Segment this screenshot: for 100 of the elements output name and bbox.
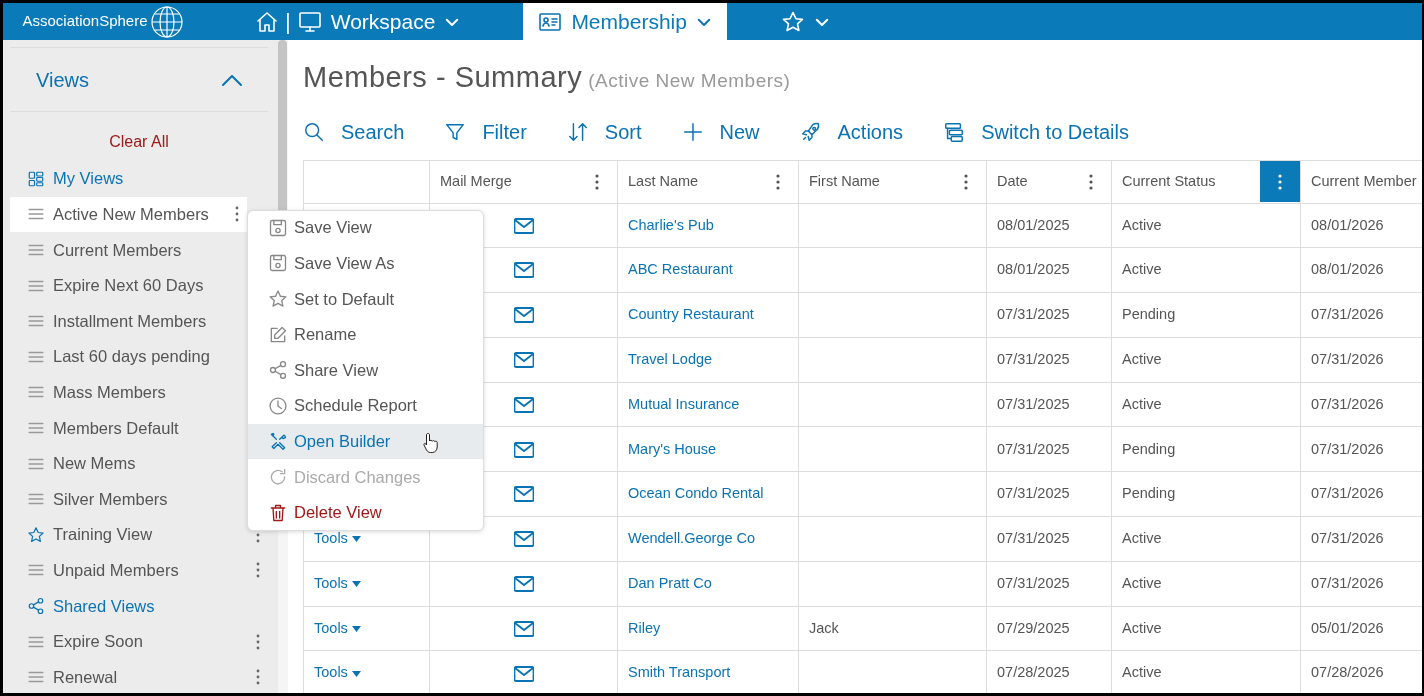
menu-item[interactable]: Delete View <box>248 494 483 531</box>
menu-item[interactable]: Open Builder <box>248 423 483 460</box>
mail-icon[interactable] <box>513 307 534 324</box>
mail-icon[interactable] <box>513 396 534 413</box>
view-item[interactable]: Unpaid Members <box>10 552 268 589</box>
kebab-icon[interactable] <box>235 206 239 223</box>
refresh-icon <box>268 466 288 487</box>
nav-tab[interactable]: Membership <box>523 3 727 40</box>
mail-icon[interactable] <box>513 217 534 234</box>
column-label: First Name <box>809 171 880 191</box>
table-cell: 07/29/2025 <box>997 619 1070 636</box>
nav-separator: | <box>285 8 291 36</box>
toolbar-button[interactable]: New <box>665 116 776 147</box>
toolbar-button[interactable]: Search <box>303 116 421 147</box>
table-cell: 07/31/2025 <box>997 350 1070 367</box>
table-cell: Active <box>1122 350 1162 367</box>
table-cell: 07/28/2026 <box>1311 664 1384 681</box>
toolbar-button[interactable]: Sort <box>550 116 658 147</box>
mail-icon[interactable] <box>513 441 534 458</box>
menu-item[interactable]: Schedule Report <box>248 387 483 424</box>
name-link[interactable]: Mary's House <box>628 440 717 457</box>
tools-dropdown[interactable]: Tools <box>314 530 361 547</box>
table-cell: Active <box>1122 619 1162 636</box>
table-cell: 07/31/2026 <box>1311 306 1384 323</box>
table-cell: 07/31/2026 <box>1311 485 1384 502</box>
name-link[interactable]: Travel Lodge <box>628 350 713 367</box>
table-cell: Active <box>1122 664 1162 681</box>
name-link[interactable]: Riley <box>628 619 661 636</box>
menu-item[interactable]: Rename <box>248 316 483 353</box>
view-item[interactable]: Renewal <box>10 659 268 693</box>
trash-icon <box>268 502 288 523</box>
mail-icon[interactable] <box>513 620 534 637</box>
section-link[interactable]: My Views <box>10 161 268 197</box>
layout-icon <box>943 120 966 143</box>
table-cell: 07/31/2026 <box>1311 530 1384 547</box>
tools-dropdown[interactable]: Tools <box>314 664 361 681</box>
mail-icon[interactable] <box>513 486 534 503</box>
table-cell: 07/31/2026 <box>1311 440 1384 457</box>
sort-icon <box>566 120 589 143</box>
toolbar-button[interactable]: Filter <box>428 116 543 147</box>
grid-icon <box>27 169 45 188</box>
save-icon <box>268 217 288 238</box>
pointer-cursor-icon <box>423 431 439 454</box>
clock-icon <box>268 395 288 416</box>
views-panel-header[interactable]: Views <box>10 48 268 112</box>
table-cell: 07/28/2025 <box>997 664 1070 681</box>
tools-dropdown[interactable]: Tools <box>314 619 361 636</box>
menu-item[interactable]: Save View As <box>248 245 483 282</box>
table-cell: 08/01/2026 <box>1311 261 1384 278</box>
logo-text: AssociationSphere <box>22 11 148 32</box>
mail-icon[interactable] <box>513 352 534 369</box>
column-label: Last Name <box>628 171 699 191</box>
table-cell: 08/01/2025 <box>997 261 1070 278</box>
toolbar-button[interactable]: Actions <box>783 116 920 147</box>
star-icon <box>268 289 288 309</box>
edit-icon <box>268 324 288 345</box>
table-cell: Active <box>1122 530 1162 547</box>
view-item[interactable]: Expire Soon <box>10 623 268 660</box>
share-icon <box>27 596 45 615</box>
nav-tab[interactable]: Workspace <box>294 3 476 40</box>
caret-icon <box>351 536 361 543</box>
kebab-icon <box>1278 173 1282 190</box>
plus-icon <box>681 120 704 143</box>
menu-item[interactable]: Share View <box>248 352 483 388</box>
kebab-icon <box>595 173 599 190</box>
kebab-icon <box>964 173 968 190</box>
table-cell: 07/31/2025 <box>997 306 1070 323</box>
menu-item[interactable]: Save View <box>248 210 483 246</box>
mail-icon[interactable] <box>513 531 534 548</box>
table-cell: Active <box>1122 261 1162 278</box>
toolbar-button[interactable]: Switch to Details <box>927 116 1145 147</box>
table-cell: Pending <box>1122 440 1176 457</box>
table-cell: 07/31/2025 <box>997 530 1070 547</box>
menu-item[interactable]: Set to Default <box>248 281 483 317</box>
mail-icon[interactable] <box>513 576 534 593</box>
name-link[interactable]: Charlie's Pub <box>628 216 714 233</box>
kebab-icon[interactable] <box>256 633 260 650</box>
view-item[interactable]: Active New Members <box>10 196 247 233</box>
table-cell: Active <box>1122 574 1162 591</box>
home-icon <box>255 9 279 34</box>
table-cell: 07/31/2026 <box>1311 574 1384 591</box>
tools-icon <box>268 431 288 452</box>
clear-all-link[interactable]: Clear All <box>10 130 268 154</box>
kebab-icon[interactable] <box>256 669 260 686</box>
section-link[interactable]: Shared Views <box>10 588 268 624</box>
table-cell: Active <box>1122 216 1162 233</box>
caret-icon <box>351 581 361 588</box>
kebab-icon[interactable] <box>256 562 260 579</box>
mail-icon[interactable] <box>513 262 534 279</box>
table-cell: 07/31/2026 <box>1311 395 1384 412</box>
name-link[interactable]: Dan Pratt Co <box>628 574 712 591</box>
caret-icon <box>351 625 361 632</box>
page-subtitle: (Active New Members) <box>588 70 791 91</box>
table-cell: 07/31/2025 <box>997 485 1070 502</box>
rocket-icon <box>799 120 822 143</box>
column-label: Date <box>997 171 1028 191</box>
table-cell: 08/01/2025 <box>997 216 1070 233</box>
table-cell: 07/31/2026 <box>1311 350 1384 367</box>
mail-icon[interactable] <box>513 665 534 682</box>
tools-dropdown[interactable]: Tools <box>314 574 361 591</box>
